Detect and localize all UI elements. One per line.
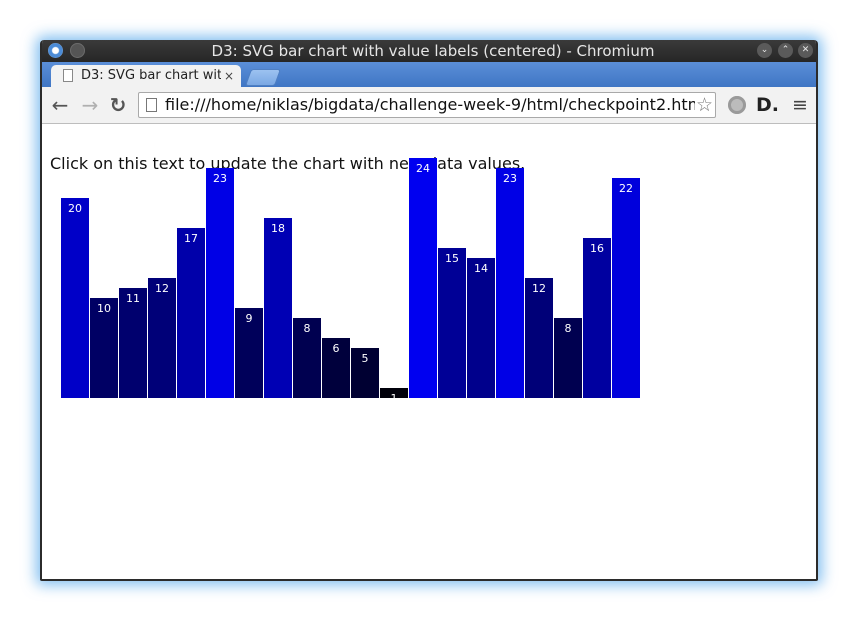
bar-value-label-11: 5 bbox=[362, 352, 369, 365]
bar-value-label-18: 8 bbox=[565, 322, 572, 335]
bar-15 bbox=[467, 258, 495, 398]
bar-value-label-4: 12 bbox=[155, 282, 169, 295]
tab-close-icon[interactable]: × bbox=[224, 65, 234, 87]
bar-8 bbox=[264, 218, 292, 398]
bar-value-label-16: 23 bbox=[503, 172, 517, 185]
bar-value-label-8: 18 bbox=[271, 222, 285, 235]
bar-6 bbox=[206, 168, 234, 398]
bar-value-label-20: 22 bbox=[619, 182, 633, 195]
bar-16 bbox=[496, 168, 524, 398]
bar-1 bbox=[61, 198, 89, 398]
extension-icon[interactable] bbox=[728, 96, 746, 114]
bar-value-label-6: 23 bbox=[213, 172, 227, 185]
maximize-button[interactable]: ⌃ bbox=[778, 43, 793, 58]
bar-value-label-5: 17 bbox=[184, 232, 198, 245]
minimize-button[interactable]: ⌄ bbox=[757, 43, 772, 58]
forward-arrow-icon[interactable]: → bbox=[78, 93, 102, 117]
bar-value-label-3: 11 bbox=[126, 292, 140, 305]
bar-value-label-17: 12 bbox=[532, 282, 546, 295]
back-arrow-icon[interactable]: ← bbox=[48, 93, 72, 117]
bar-value-label-2: 10 bbox=[97, 302, 111, 315]
bar-value-label-1: 20 bbox=[68, 202, 82, 215]
browser-window: D3: SVG bar chart with value labels (cen… bbox=[40, 40, 818, 581]
browser-toolbar: ← → ↻ file:///home/niklas/bigdata/challe… bbox=[42, 87, 816, 124]
window-title: D3: SVG bar chart with value labels (cen… bbox=[211, 42, 655, 60]
close-window-button[interactable]: ✕ bbox=[798, 43, 813, 58]
bar-value-label-9: 8 bbox=[304, 322, 311, 335]
bar-value-label-15: 14 bbox=[474, 262, 488, 275]
new-tab-button[interactable] bbox=[244, 69, 282, 86]
file-icon bbox=[146, 98, 157, 112]
bar-17 bbox=[525, 278, 553, 398]
tab-label: D3: SVG bar chart wit bbox=[81, 68, 221, 83]
hamburger-menu-icon[interactable]: ≡ bbox=[792, 92, 808, 118]
bar-5 bbox=[177, 228, 205, 398]
bar-19 bbox=[583, 238, 611, 398]
bar-value-label-13: 24 bbox=[416, 162, 430, 175]
bar-value-label-12: 1 bbox=[391, 392, 398, 405]
bar-14 bbox=[438, 248, 466, 398]
page-icon bbox=[63, 69, 73, 82]
tab-active[interactable]: D3: SVG bar chart wit × bbox=[51, 65, 241, 87]
d-extension-icon[interactable]: D. bbox=[756, 92, 779, 118]
bar-13 bbox=[409, 158, 437, 398]
address-bar[interactable]: file:///home/niklas/bigdata/challenge-we… bbox=[138, 92, 716, 118]
bar-20 bbox=[612, 178, 640, 398]
bar-value-label-14: 15 bbox=[445, 252, 459, 265]
chromium-app-icon[interactable] bbox=[48, 43, 63, 58]
title-bar[interactable]: D3: SVG bar chart with value labels (cen… bbox=[42, 40, 816, 62]
bar-value-label-10: 6 bbox=[333, 342, 340, 355]
bookmark-star-icon[interactable]: ☆ bbox=[696, 93, 713, 117]
url-text[interactable]: file:///home/niklas/bigdata/challenge-we… bbox=[165, 93, 695, 117]
bar-4 bbox=[148, 278, 176, 398]
window-menu-icon[interactable] bbox=[70, 43, 85, 58]
reload-icon[interactable]: ↻ bbox=[106, 93, 130, 117]
tab-strip: D3: SVG bar chart wit × bbox=[42, 62, 816, 87]
bar-chart: 20 10 11 12 17 23 9 18 8 6 5 1 24 15 14 23 12 8 16 22 bbox=[61, 158, 640, 405]
bar-value-label-19: 16 bbox=[590, 242, 604, 255]
bar-value-label-7: 9 bbox=[246, 312, 253, 325]
page-content: Click on this text to update the chart w… bbox=[42, 124, 816, 579]
